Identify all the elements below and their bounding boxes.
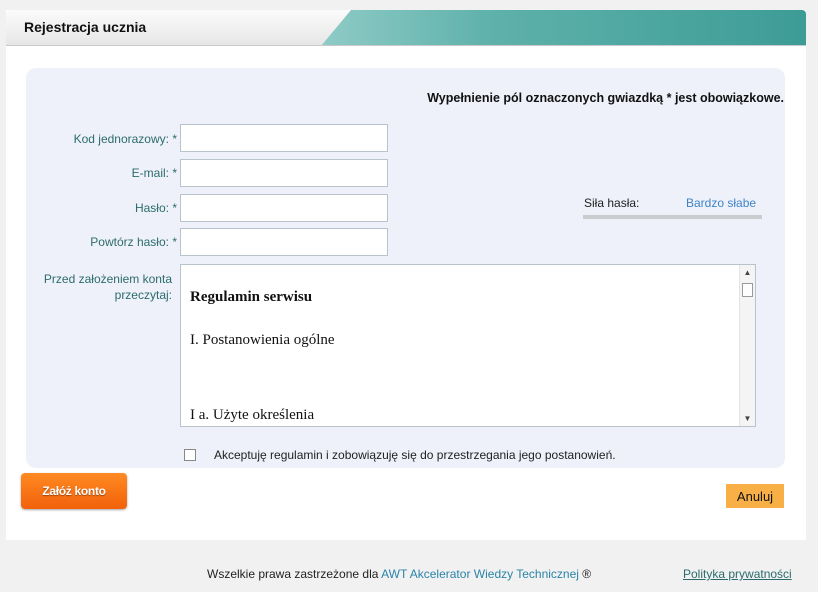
footer-rights-text: Wszelkie prawa zastrzeżone dla (207, 567, 379, 581)
email-label: E-mail: * (131, 166, 177, 180)
footer: Wszelkie prawa zastrzeżone dla AWT Akcel… (0, 566, 818, 584)
company-link[interactable]: AWT Akcelerator Wiedzy Technicznej (381, 567, 579, 581)
accept-terms-label: Akceptuję regulamin i zobowiązuję się do… (214, 448, 616, 462)
password-label: Hasło: * (134, 201, 177, 215)
regulamin-textbox[interactable]: Regulamin serwisu I. Postanowienia ogóln… (180, 264, 756, 427)
scroll-up-arrow-icon[interactable]: ▲ (740, 266, 755, 279)
one-time-code-label: Kod jednorazowy: * (73, 132, 177, 146)
regulamin-label: Przed założeniem konta przeczytaj: (43, 272, 172, 302)
repeat-password-input[interactable] (180, 228, 388, 256)
accept-terms-checkbox[interactable] (184, 449, 196, 461)
form-panel: Wypełnienie pól oznaczonych gwiazdką * j… (26, 68, 785, 468)
repeat-password-label: Powtórz hasło: * (90, 235, 177, 249)
password-strength-bar (583, 215, 762, 219)
required-fields-note: Wypełnienie pól oznaczonych gwiazdką * j… (427, 91, 784, 105)
regulamin-subsection-heading: I a. Użyte określenia (190, 407, 315, 423)
scroll-down-arrow-icon[interactable]: ▼ (740, 412, 755, 425)
footer-copyright: Wszelkie prawa zastrzeżone dla AWT Akcel… (207, 567, 591, 581)
cancel-button[interactable]: Anuluj (726, 484, 784, 508)
scrollbar-thumb[interactable] (742, 283, 753, 297)
page-header: Rejestracja ucznia (6, 10, 806, 46)
create-account-button[interactable]: Załóż konto (21, 473, 127, 509)
regulamin-title: Regulamin serwisu (190, 289, 313, 305)
regulamin-section-heading: I. Postanowienia ogólne (190, 332, 335, 348)
one-time-code-input[interactable] (180, 124, 388, 152)
registered-mark: ® (582, 567, 592, 581)
password-strength-label: Siła hasła: (584, 196, 640, 210)
page-title: Rejestracja ucznia (24, 19, 147, 35)
regulamin-scrollbar[interactable]: ▲ ▼ (739, 265, 755, 426)
privacy-policy-link[interactable]: Polityka prywatności (683, 567, 792, 581)
email-input[interactable] (180, 159, 388, 187)
password-strength-value: Bardzo słabe (686, 196, 757, 210)
password-input[interactable] (180, 194, 388, 222)
